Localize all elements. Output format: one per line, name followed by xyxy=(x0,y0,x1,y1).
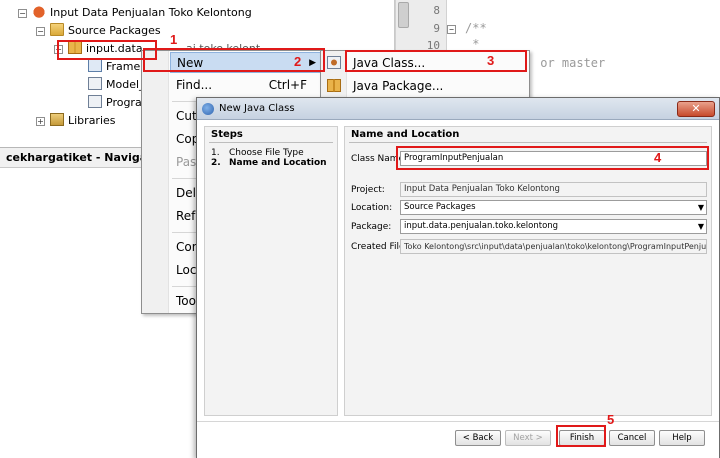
fold-toggle[interactable]: − xyxy=(447,25,456,34)
dialog-button-bar: < Back Next > Finish Cancel Help xyxy=(197,421,719,458)
tree-node-file[interactable]: Model_ xyxy=(88,76,145,94)
dropdown-arrow-icon: ▼ xyxy=(697,222,704,231)
step-item: 1. Choose File Type xyxy=(211,148,304,158)
help-button[interactable]: Help xyxy=(659,430,705,446)
project-icon xyxy=(32,5,46,18)
java-file-icon xyxy=(88,77,102,90)
scrollbar-thumb[interactable] xyxy=(398,2,409,28)
divider xyxy=(209,142,333,143)
tree-node-libraries[interactable]: Libraries xyxy=(50,112,116,130)
collapse-toggle[interactable]: − xyxy=(36,27,45,36)
expand-toggle[interactable]: + xyxy=(36,117,45,126)
annotation-number-4: 4 xyxy=(654,150,662,165)
cancel-button[interactable]: Cancel xyxy=(609,430,655,446)
dialog-titlebar[interactable]: New Java Class ✕ xyxy=(197,98,719,120)
java-file-icon xyxy=(88,95,102,108)
package-label: Package: xyxy=(351,222,392,232)
annotation-number-1: 1 xyxy=(170,32,178,47)
menu-item-shortcut: Ctrl+F xyxy=(268,78,307,92)
location-label: Location: xyxy=(351,203,393,213)
section-heading: Name and Location xyxy=(351,129,460,140)
code-line: or master xyxy=(533,56,606,70)
annotation-box-5 xyxy=(556,425,606,447)
close-button[interactable]: ✕ xyxy=(677,101,715,117)
divider xyxy=(349,142,707,143)
annotation-box-3 xyxy=(345,50,527,72)
collapse-toggle[interactable]: − xyxy=(18,9,27,18)
step-item-current: 2. Name and Location xyxy=(211,158,327,168)
annotation-box-4 xyxy=(396,146,709,170)
menu-item-find[interactable]: Find... Ctrl+F xyxy=(170,75,321,96)
tree-node-project[interactable]: Input Data Penjualan Toko Kelontong xyxy=(32,4,252,22)
location-select[interactable]: Source Packages ▼ xyxy=(400,200,707,215)
java-class-icon xyxy=(327,56,341,69)
code-line: * xyxy=(465,37,480,51)
annotation-number-5: 5 xyxy=(607,412,615,427)
netbeans-app-icon xyxy=(202,103,214,115)
code-line: /** xyxy=(465,21,487,35)
created-file-field: Toko Kelontong\src\input\data\penjualan\… xyxy=(400,239,707,254)
tree-node-file[interactable]: Frame xyxy=(88,58,140,76)
line-number: 9 xyxy=(433,22,440,35)
folder-icon xyxy=(50,23,64,36)
project-label: Project: xyxy=(351,185,385,195)
close-icon: ✕ xyxy=(691,102,701,115)
java-package-icon xyxy=(327,79,341,92)
next-button[interactable]: Next > xyxy=(505,430,551,446)
library-icon xyxy=(50,113,64,126)
dropdown-arrow-icon: ▼ xyxy=(697,203,704,212)
dialog-title: New Java Class xyxy=(219,103,295,114)
line-number: 8 xyxy=(433,4,440,17)
steps-heading: Steps xyxy=(211,129,243,140)
package-select[interactable]: input.data.penjualan.toko.kelontong ▼ xyxy=(400,219,707,234)
submenu-item-java-package[interactable]: Java Package... xyxy=(348,75,527,97)
tree-node-file[interactable]: Progra xyxy=(88,94,142,112)
back-button[interactable]: < Back xyxy=(455,430,501,446)
annotation-number-2: 2 xyxy=(294,54,302,69)
annotation-number-3: 3 xyxy=(487,53,495,68)
annotation-box-1 xyxy=(57,40,157,60)
form-icon xyxy=(88,59,102,72)
tree-node-source-packages[interactable]: Source Packages xyxy=(50,22,161,40)
project-field: Input Data Penjualan Toko Kelontong xyxy=(400,182,707,197)
menu-icon-strip xyxy=(142,51,169,313)
steps-panel: Steps 1. Choose File Type 2. Name and Loca… xyxy=(204,126,338,416)
